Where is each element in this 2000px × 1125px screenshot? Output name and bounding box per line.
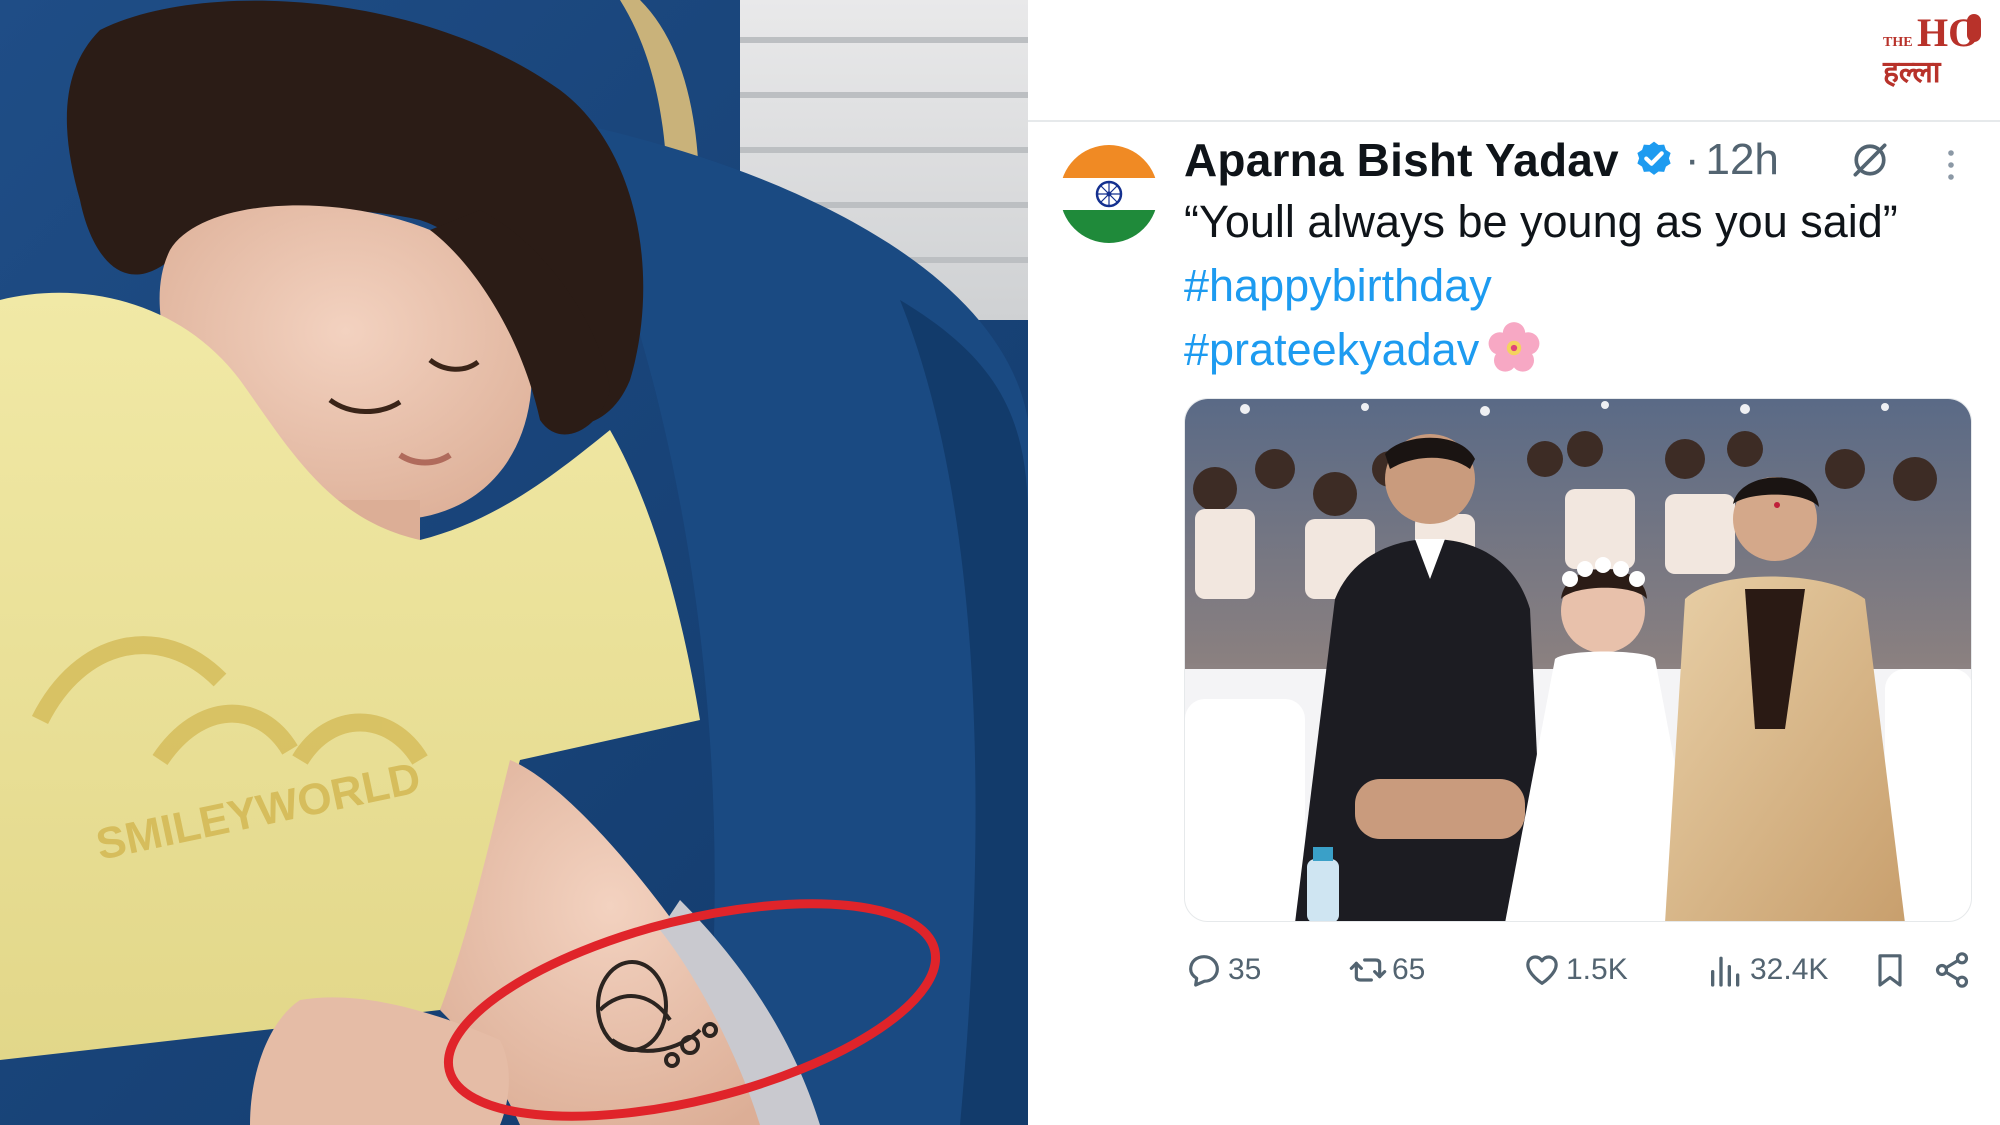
repost-count: 65	[1392, 953, 1426, 986]
repost-button[interactable]: 65	[1348, 940, 1425, 1000]
logo-script-text: हल्ला	[1882, 55, 1942, 90]
cherry-blossom-icon	[1488, 322, 1540, 372]
top-divider	[1028, 120, 2000, 122]
action-bar: 35 65 1.5K 32.4K	[1184, 940, 1974, 1000]
tweet-panel: THE HO हल्ला Aparna Bisht Yadav · 12h “Y…	[1028, 0, 2000, 1125]
repost-icon	[1349, 958, 1387, 982]
more-options-icon[interactable]	[1944, 145, 1958, 185]
logo-the-text: THE	[1883, 35, 1913, 50]
tweet-quote-text: “Youll always be young as you said”	[1184, 196, 1898, 247]
author-name[interactable]: Aparna Bisht Yadav	[1184, 133, 1619, 187]
share-button[interactable]	[1932, 940, 1972, 1000]
post-time[interactable]: 12h	[1705, 135, 1778, 185]
girl-tattoo-photo: SMILEYWORLD	[0, 0, 1028, 1125]
reply-icon	[1189, 955, 1219, 987]
views-count: 32.4K	[1750, 953, 1829, 986]
reply-count: 35	[1228, 953, 1262, 986]
avatar[interactable]	[1060, 145, 1158, 243]
bookmark-icon	[1878, 954, 1902, 987]
views-button[interactable]: 32.4K	[1706, 940, 1828, 1000]
hashtag-happybirthday[interactable]: #happybirthday	[1184, 260, 1492, 311]
left-photo: SMILEYWORLD	[0, 0, 1028, 1125]
hashtag-prateekyadav[interactable]: #prateekyadav	[1184, 324, 1479, 375]
family-photo	[1185, 399, 1971, 921]
heart-icon	[1526, 955, 1558, 985]
verified-badge-icon	[1637, 141, 1671, 175]
bookmark-button[interactable]	[1870, 940, 1910, 1000]
views-icon	[1711, 956, 1740, 987]
tweet-text: “Youll always be young as you said” #hap…	[1184, 190, 1944, 382]
share-icon	[1935, 952, 1969, 988]
tweet-media-photo[interactable]	[1184, 398, 1972, 922]
like-count: 1.5K	[1566, 953, 1628, 986]
like-button[interactable]: 1.5K	[1522, 940, 1628, 1000]
time-separator: ·	[1684, 135, 1700, 184]
author-row: Aparna Bisht Yadav · 12h	[1184, 130, 1779, 190]
grok-icon[interactable]	[1848, 138, 1892, 182]
reply-button[interactable]: 35	[1184, 940, 1261, 1000]
brand-logo: THE HO हल्ला	[1881, 6, 1991, 90]
flag-avatar-icon	[1060, 145, 1158, 243]
